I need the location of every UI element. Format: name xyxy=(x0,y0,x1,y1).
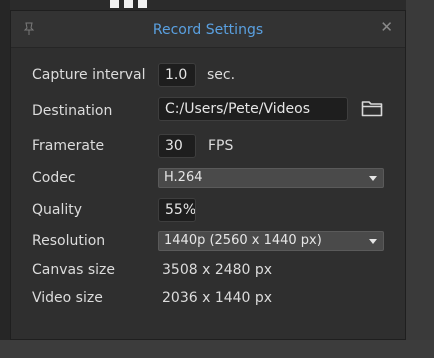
destination-input[interactable]: C:/Users/Pete/Videos xyxy=(158,97,348,121)
close-icon[interactable]: ✕ xyxy=(380,20,393,35)
capture-interval-unit: sec. xyxy=(207,67,236,83)
resolution-select[interactable]: 1440p (2560 x 1440 px) xyxy=(158,231,384,251)
quality-input[interactable]: 55% xyxy=(158,198,196,222)
background-right xyxy=(406,0,434,358)
framerate-label: Framerate xyxy=(32,138,105,154)
resolution-label: Resolution xyxy=(32,233,106,249)
folder-icon[interactable] xyxy=(361,99,383,117)
resolution-selected: 1440p (2560 x 1440 px) xyxy=(164,233,322,248)
framerate-unit: FPS xyxy=(208,138,234,154)
canvas-size-value: 3508 x 2480 px xyxy=(162,262,273,278)
dialog-titlebar[interactable]: Record Settings ✕ xyxy=(11,11,405,48)
destination-label: Destination xyxy=(32,103,113,119)
dialog-title: Record Settings xyxy=(152,22,264,38)
capture-interval-label: Capture interval xyxy=(32,67,146,83)
canvas-marks xyxy=(110,0,147,8)
framerate-input[interactable]: 30 xyxy=(158,134,196,158)
background-left xyxy=(0,0,10,340)
chevron-down-icon xyxy=(369,176,377,181)
codec-label: Codec xyxy=(32,170,76,186)
video-size-label: Video size xyxy=(32,290,103,306)
canvas-size-label: Canvas size xyxy=(32,262,115,278)
quality-label: Quality xyxy=(32,202,83,218)
chevron-down-icon xyxy=(369,239,377,244)
video-size-value: 2036 x 1440 px xyxy=(162,290,273,306)
codec-selected: H.264 xyxy=(164,170,203,185)
background-bottom xyxy=(0,340,434,358)
capture-interval-input[interactable]: 1.0 xyxy=(158,63,196,87)
codec-select[interactable]: H.264 xyxy=(158,168,384,188)
record-settings-dialog: Record Settings ✕ Capture interval 1.0 s… xyxy=(10,10,406,340)
